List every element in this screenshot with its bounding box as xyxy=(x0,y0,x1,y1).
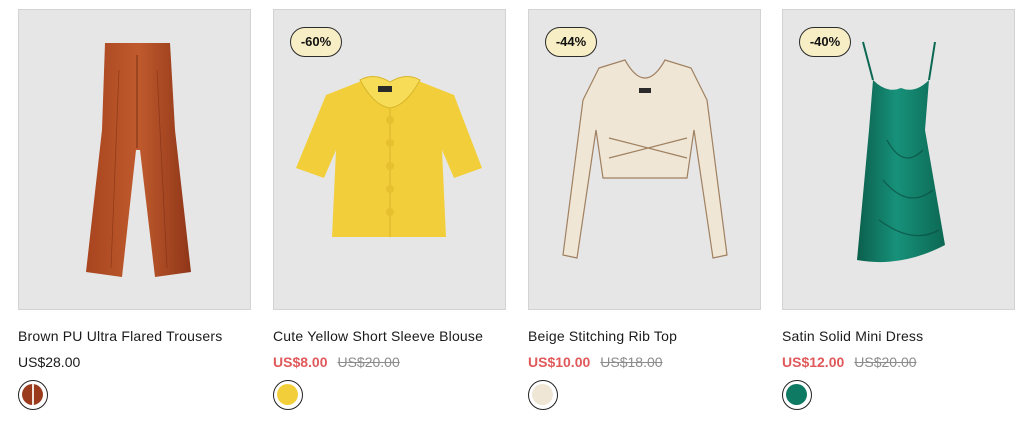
original-price: US$20.00 xyxy=(854,354,917,370)
product-card[interactable]: -40% Satin Solid Mini Dress US$12.00 US$2… xyxy=(782,9,1015,410)
color-swatch[interactable] xyxy=(528,380,558,410)
price-row: US$28.00 xyxy=(18,354,80,370)
product-name[interactable]: Satin Solid Mini Dress xyxy=(782,328,1024,344)
color-swatch[interactable] xyxy=(18,380,48,410)
brown-color-icon xyxy=(22,384,43,405)
product-grid: Brown PU Ultra Flared Trousers US$28.00 xyxy=(0,0,1024,429)
sale-price: US$8.00 xyxy=(273,354,328,370)
sale-price: US$12.00 xyxy=(782,354,845,370)
price-row: US$10.00 US$18.00 xyxy=(528,354,663,370)
beige-color-icon xyxy=(532,384,553,405)
price-row: US$12.00 US$20.00 xyxy=(782,354,917,370)
sale-price: US$10.00 xyxy=(528,354,591,370)
product-card[interactable]: -60% Cute Yellow Short Sleeve Blouse US$… xyxy=(273,9,506,410)
product-card[interactable]: Brown PU Ultra Flared Trousers US$28.00 xyxy=(18,9,251,410)
discount-badge: -60% xyxy=(290,27,342,57)
green-color-icon xyxy=(786,384,807,405)
original-price: US$20.00 xyxy=(337,354,400,370)
original-price: US$18.00 xyxy=(600,354,663,370)
product-card[interactable]: -44% Beige Stitching Rib Top US$10.00 US$… xyxy=(528,9,761,410)
product-name[interactable]: Cute Yellow Short Sleeve Blouse xyxy=(273,328,523,344)
product-image[interactable] xyxy=(18,9,251,310)
product-image[interactable]: -44% xyxy=(528,9,761,310)
trousers-image-icon xyxy=(86,43,191,277)
product-image[interactable]: -60% xyxy=(273,9,506,310)
product-name[interactable]: Brown PU Ultra Flared Trousers xyxy=(18,328,268,344)
product-image[interactable]: -40% xyxy=(782,9,1015,310)
yellow-color-icon xyxy=(277,384,298,405)
discount-badge: -44% xyxy=(545,27,597,57)
product-price: US$28.00 xyxy=(18,354,81,370)
product-name[interactable]: Beige Stitching Rib Top xyxy=(528,328,778,344)
color-swatch[interactable] xyxy=(273,380,303,410)
price-row: US$8.00 US$20.00 xyxy=(273,354,400,370)
color-swatch[interactable] xyxy=(782,380,812,410)
discount-badge: -40% xyxy=(799,27,851,57)
